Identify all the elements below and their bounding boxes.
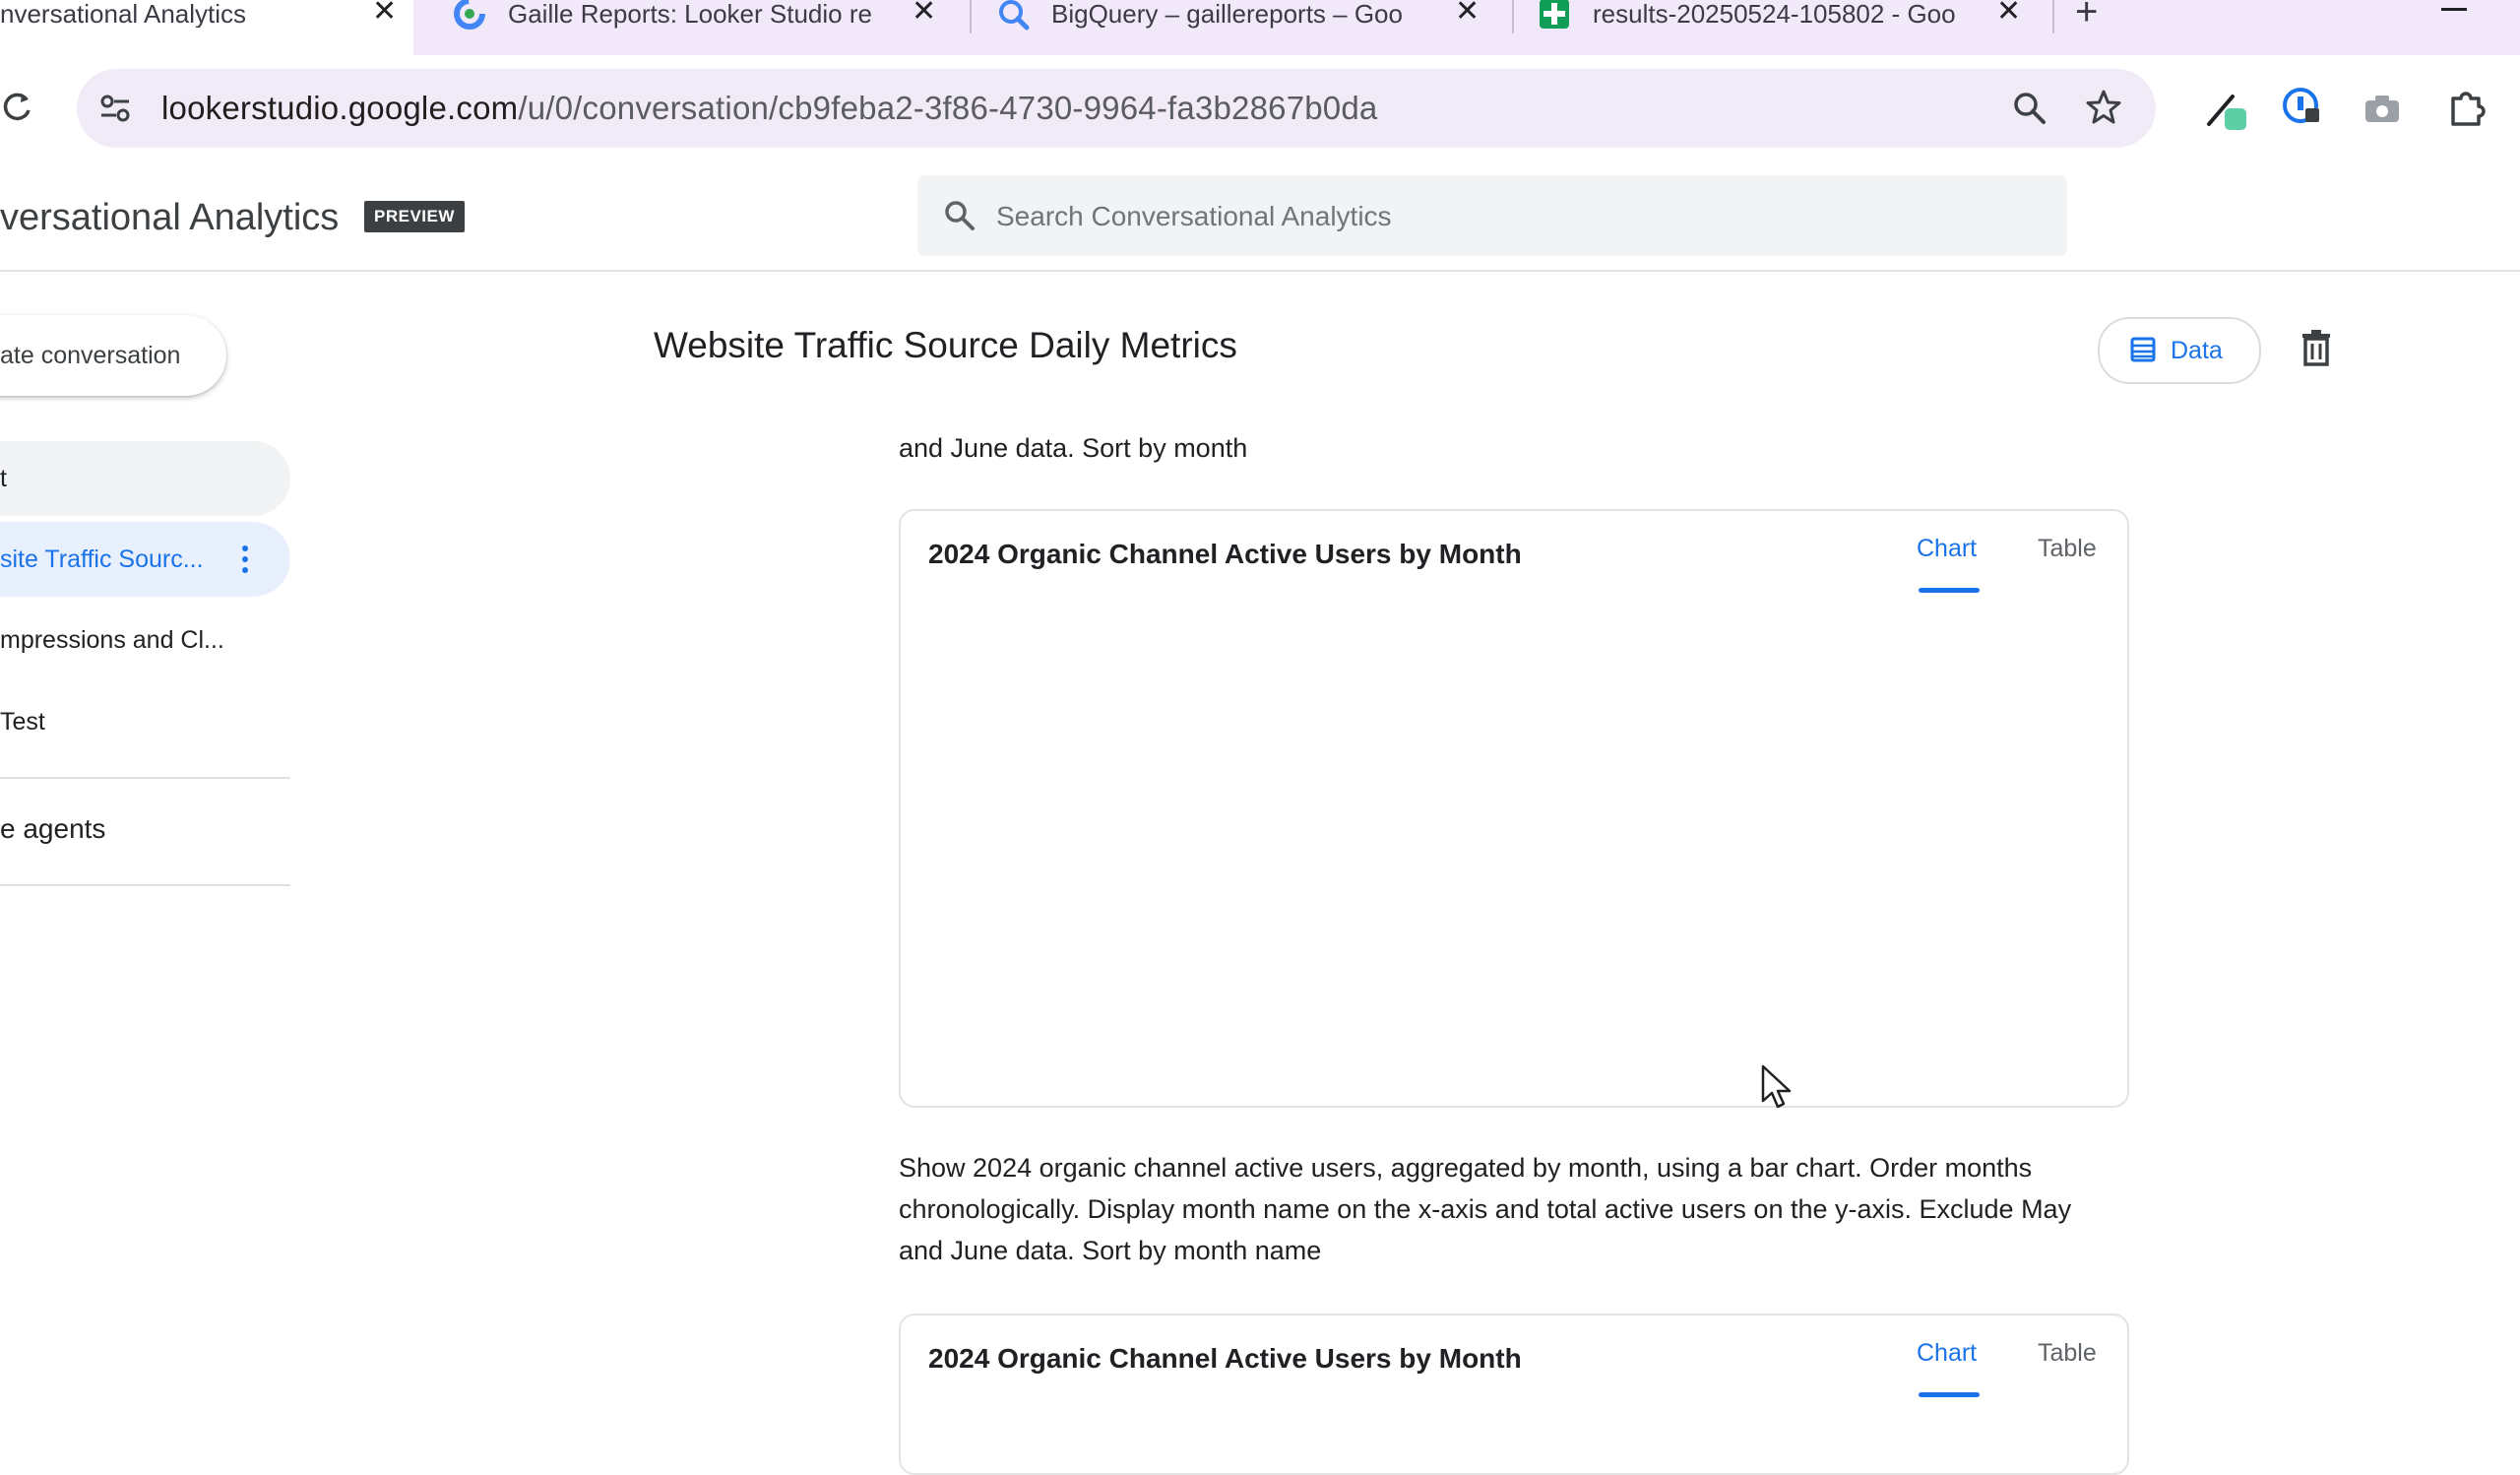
tab-title: results-20250524-105802 - Goo (1593, 0, 1956, 29)
close-tab-icon[interactable]: ✕ (1455, 0, 1480, 27)
preview-badge: PREVIEW (364, 201, 465, 232)
app-title: versational Analytics (0, 197, 340, 238)
search-icon (945, 201, 975, 230)
tab-table[interactable]: Table (2038, 535, 2097, 563)
browser-tab[interactable]: BigQuery – gaillereports – Goo ✕ (996, 0, 1508, 55)
url-text[interactable]: lookerstudio.google.com/u/0/conversation… (161, 69, 1377, 148)
sidebar-item[interactable]: Test (0, 684, 290, 759)
mouse-cursor-icon (1761, 1064, 1792, 1109)
browser-tab[interactable]: Gaille Reports: Looker Studio re ✕ (453, 0, 965, 55)
url-path: /u/0/conversation/cb9feba2-3f86-4730-996… (518, 90, 1378, 126)
user-prompt-text: Show 2024 organic channel active users, … (899, 1153, 2072, 1265)
browser-tab-active[interactable]: nversational Analytics ✕ (0, 0, 413, 55)
new-tab-icon[interactable]: + (2075, 0, 2098, 32)
address-bar[interactable]: lookerstudio.google.com/u/0/conversation… (77, 69, 2156, 148)
chart-area-empty (928, 609, 2100, 1078)
sidebar-item-label: Test (0, 708, 45, 736)
search-bar[interactable] (917, 175, 2067, 258)
tab-title: Gaille Reports: Looker Studio re (508, 0, 872, 29)
reload-icon[interactable] (0, 91, 33, 124)
tab-separator (2052, 0, 2054, 33)
tab-title: nversational Analytics (0, 0, 247, 28)
bookmark-star-icon[interactable] (2085, 89, 2122, 126)
sidebar-item[interactable]: mpressions and Cl... (0, 603, 290, 677)
tab-title: BigQuery – gaillereports – Goo (1051, 0, 1403, 29)
camera-icon[interactable] (2362, 93, 2402, 126)
data-button-label: Data (2171, 337, 2223, 364)
active-tab-indicator (1919, 588, 1980, 593)
url-host: lookerstudio.google.com (161, 90, 519, 126)
search-input[interactable] (994, 175, 2042, 258)
extensions-puzzle-icon[interactable] (2447, 89, 2487, 128)
app-header: versational Analytics PREVIEW (0, 161, 2520, 272)
sidebar-divider (0, 884, 290, 886)
create-conversation-label: ate conversation (0, 342, 181, 369)
close-tab-icon[interactable]: ✕ (912, 0, 936, 27)
chart-card: 2024 Organic Channel Active Users by Mon… (899, 509, 2129, 1108)
minimize-window-icon[interactable] (2441, 8, 2467, 11)
chart-card: 2024 Organic Channel Active Users by Mon… (899, 1314, 2129, 1475)
data-button[interactable]: Data (2098, 317, 2261, 384)
tab-separator (970, 0, 972, 33)
sidebar-item-label: site Traffic Sourc... (0, 545, 204, 573)
close-tab-icon[interactable]: ✕ (1996, 0, 2021, 27)
tab-chart[interactable]: Chart (1917, 1339, 1977, 1368)
chart-card-title: 2024 Organic Channel Active Users by Mon… (928, 539, 1522, 569)
extension-pen-icon[interactable] (2203, 87, 2248, 132)
extension-password-icon[interactable] (2282, 87, 2323, 128)
tab-chart[interactable]: Chart (1917, 535, 1977, 563)
more-options-icon[interactable] (242, 545, 248, 573)
create-conversation-button[interactable]: ate conversation (0, 315, 226, 396)
user-prompt-text: and June data. Sort by month (899, 433, 1248, 463)
sidebar-divider (0, 777, 290, 779)
sheets-favicon-icon (1540, 0, 1569, 29)
bigquery-favicon-icon (999, 0, 1030, 31)
zoom-icon[interactable] (2012, 91, 2048, 126)
sidebar-agents-link[interactable]: e agents (0, 813, 105, 845)
table-icon (2130, 337, 2156, 362)
looker-studio-favicon-icon (454, 0, 485, 30)
close-tab-icon[interactable]: ✕ (372, 0, 397, 27)
browser-tab-strip: nversational Analytics ✕ Gaille Reports:… (0, 0, 2520, 55)
browser-tab[interactable]: results-20250524-105802 - Goo ✕ (1538, 0, 2049, 55)
sidebar-item-label: t (0, 465, 7, 492)
delete-trash-icon[interactable] (2300, 329, 2333, 366)
sidebar-item-selected[interactable]: site Traffic Sourc... (0, 522, 290, 597)
site-settings-icon[interactable] (98, 92, 132, 125)
sidebar-item-label: mpressions and Cl... (0, 626, 224, 654)
tab-table[interactable]: Table (2038, 1339, 2097, 1368)
page-title: Website Traffic Source Daily Metrics (654, 325, 1237, 365)
tab-separator (1512, 0, 1514, 33)
active-tab-indicator (1919, 1392, 1980, 1397)
sidebar-item[interactable]: t (0, 441, 290, 516)
chart-card-title: 2024 Organic Channel Active Users by Mon… (928, 1343, 1522, 1374)
